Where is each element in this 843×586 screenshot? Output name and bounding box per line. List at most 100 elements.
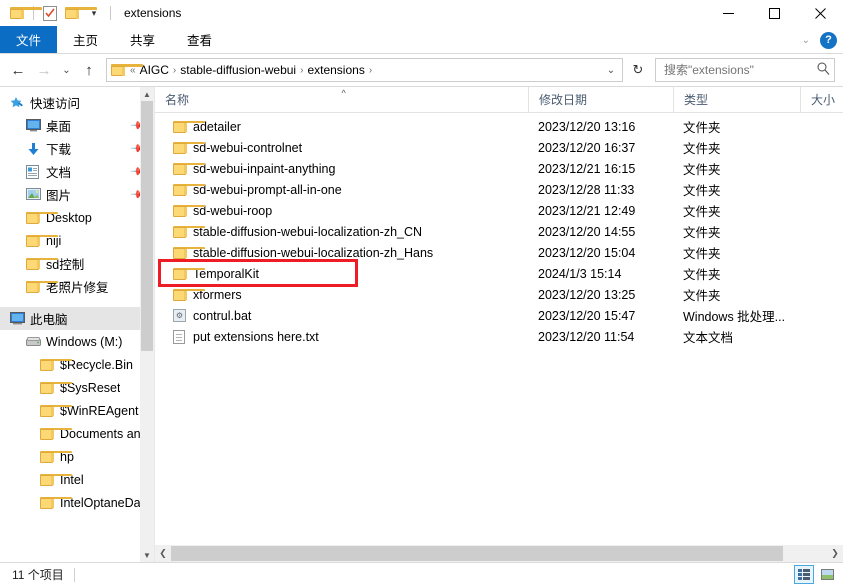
file-name-cell[interactable]: xformers (155, 288, 528, 302)
sidebar-item-downloads[interactable]: 下载 📌 (0, 137, 154, 160)
file-list-horizontal-scrollbar[interactable]: ❮ ❯ (155, 545, 843, 562)
table-row[interactable]: stable-diffusion-webui-localization-zh_C… (155, 221, 843, 242)
file-date-cell: 2023/12/20 15:47 (538, 308, 636, 323)
chevron-down-icon[interactable]: ⌄ (802, 35, 810, 46)
address-bar[interactable]: « AIGC › stable-diffusion-webui › extens… (106, 58, 623, 82)
properties-icon[interactable] (41, 4, 59, 22)
scrollbar-thumb[interactable] (171, 546, 783, 561)
table-row[interactable]: TemporalKit 2024/1/3 15:14 文件夹 (155, 263, 843, 284)
sidebar-item-recycle-bin[interactable]: $Recycle.Bin (0, 353, 154, 376)
column-header-type[interactable]: 类型 (673, 87, 800, 112)
folder-icon (26, 257, 58, 270)
table-row[interactable]: sd-webui-controlnet 2023/12/20 16:37 文件夹 (155, 137, 843, 158)
sidebar-item-niji[interactable]: niji (0, 229, 154, 252)
file-name-cell[interactable]: ⚙ contrul.bat (155, 309, 528, 323)
window-title: extensions (124, 6, 182, 20)
sidebar-scrollbar[interactable]: ▲ ▼ (140, 87, 154, 562)
table-row[interactable]: stable-diffusion-webui-localization-zh_H… (155, 242, 843, 263)
search-box[interactable] (655, 58, 835, 82)
maximize-button[interactable] (751, 0, 797, 26)
sidebar-item-windows-drive[interactable]: Windows (M:) (0, 330, 154, 353)
sidebar-label: 文档 (46, 166, 72, 180)
column-header-date[interactable]: 修改日期 (528, 87, 673, 112)
scrollbar-thumb[interactable] (141, 101, 153, 351)
refresh-button[interactable]: ↻ (625, 58, 651, 82)
tab-home[interactable]: 主页 (57, 26, 114, 53)
sidebar-item-hp[interactable]: hp (0, 445, 154, 468)
file-name-cell[interactable]: TemporalKit (155, 267, 528, 281)
breadcrumb-item-extensions[interactable]: extensions (304, 63, 367, 77)
minimize-button[interactable] (705, 0, 751, 26)
sidebar-item-pictures[interactable]: 图片 📌 (0, 183, 154, 206)
recent-locations-icon[interactable]: ⌄ (58, 58, 75, 82)
scroll-down-icon[interactable]: ▼ (140, 548, 154, 562)
search-input[interactable] (664, 63, 817, 77)
column-header-name[interactable]: ^ 名称 (155, 87, 528, 112)
help-icon[interactable]: ? (820, 31, 837, 49)
sidebar-item-intel[interactable]: Intel (0, 468, 154, 491)
sidebar-label: sd控制 (46, 258, 85, 272)
sidebar-item-photo-restore[interactable]: 老照片修复 (0, 275, 154, 298)
sidebar-group-this-pc[interactable]: 此电脑 (0, 307, 154, 330)
table-row[interactable]: sd-webui-inpaint-anything 2023/12/21 16:… (155, 158, 843, 179)
tab-file[interactable]: 文件 (0, 26, 58, 53)
sidebar-item-sysreset[interactable]: $SysReset (0, 376, 154, 399)
table-row[interactable]: sd-webui-roop 2023/12/21 12:49 文件夹 (155, 200, 843, 221)
sidebar-item-desktop[interactable]: 桌面 📌 (0, 114, 154, 137)
quick-access-toolbar: ▾ (0, 0, 114, 26)
folder-icon (173, 183, 205, 196)
folder-icon (173, 120, 205, 133)
close-button[interactable] (797, 0, 843, 26)
file-name-cell[interactable]: sd-webui-controlnet (155, 141, 528, 155)
sidebar-item-desktop-folder[interactable]: Desktop (0, 206, 154, 229)
file-name-cell[interactable]: stable-diffusion-webui-localization-zh_H… (155, 246, 528, 260)
search-icon[interactable] (817, 62, 830, 78)
new-folder-icon[interactable] (63, 4, 97, 22)
file-type-cell: Windows 批处理... (683, 310, 786, 324)
back-button[interactable]: ← (6, 58, 30, 82)
sidebar-label: Windows (M:) (46, 334, 123, 349)
breadcrumb-item-stable-diffusion-webui[interactable]: stable-diffusion-webui (177, 63, 299, 77)
table-row[interactable]: adetailer 2023/12/20 13:16 文件夹 (155, 116, 843, 137)
sidebar-label: 快速访问 (30, 97, 81, 111)
tab-share[interactable]: 共享 (114, 26, 171, 53)
window-controls (705, 0, 843, 26)
file-name: contrul.bat (193, 308, 252, 323)
details-view-button[interactable] (794, 565, 814, 584)
up-button[interactable]: ↑ (77, 58, 101, 82)
column-header-size[interactable]: 大小 (800, 87, 843, 112)
breadcrumb-separator-3[interactable]: › (368, 65, 373, 76)
sidebar-item-documents[interactable]: 文档 📌 (0, 160, 154, 183)
sidebar-item-sd-control[interactable]: sd控制 (0, 252, 154, 275)
scroll-up-icon[interactable]: ▲ (140, 87, 154, 101)
scroll-right-icon[interactable]: ❯ (827, 548, 843, 559)
table-row[interactable]: put extensions here.txt 2023/12/20 11:54… (155, 326, 843, 347)
tab-view[interactable]: 查看 (171, 26, 228, 53)
sidebar-item-documents-and-settings[interactable]: Documents and S (0, 422, 154, 445)
file-name-cell[interactable]: stable-diffusion-webui-localization-zh_C… (155, 225, 528, 239)
scrollbar-track[interactable] (171, 545, 827, 562)
file-type-cell: 文件夹 (683, 163, 721, 177)
bat-file-icon: ⚙ (173, 309, 193, 322)
title-bar: ▾ extensions (0, 0, 843, 26)
file-name-cell[interactable]: sd-webui-inpaint-anything (155, 162, 528, 176)
large-icons-view-button[interactable] (817, 565, 837, 584)
table-row[interactable]: xformers 2023/12/20 13:25 文件夹 (155, 284, 843, 305)
file-type-cell: 文本文档 (683, 331, 734, 345)
explorer-body: 快速访问 桌面 📌 下载 📌 文档 📌 图片 📌 Desktop niji sd… (0, 86, 843, 562)
folder-icon[interactable] (8, 4, 42, 22)
desktop-icon (26, 119, 46, 132)
table-row[interactable]: ⚙ contrul.bat 2023/12/20 15:47 Windows 批… (155, 305, 843, 326)
file-name-cell[interactable]: sd-webui-roop (155, 204, 528, 218)
address-dropdown-icon[interactable]: ⌄ (602, 65, 620, 76)
file-name-cell[interactable]: sd-webui-prompt-all-in-one (155, 183, 528, 197)
scroll-left-icon[interactable]: ❮ (155, 548, 171, 559)
table-row[interactable]: sd-webui-prompt-all-in-one 2023/12/28 11… (155, 179, 843, 200)
forward-button[interactable]: → (32, 58, 56, 82)
sidebar-item-inteloptanedata[interactable]: IntelOptaneData (0, 491, 154, 514)
file-name-cell[interactable]: adetailer (155, 120, 528, 134)
sidebar-group-quick-access[interactable]: 快速访问 (0, 91, 154, 114)
sidebar-item-winreagent[interactable]: $WinREAgent (0, 399, 154, 422)
file-list: adetailer 2023/12/20 13:16 文件夹 sd-webui-… (155, 113, 843, 545)
file-name-cell[interactable]: put extensions here.txt (155, 329, 528, 344)
